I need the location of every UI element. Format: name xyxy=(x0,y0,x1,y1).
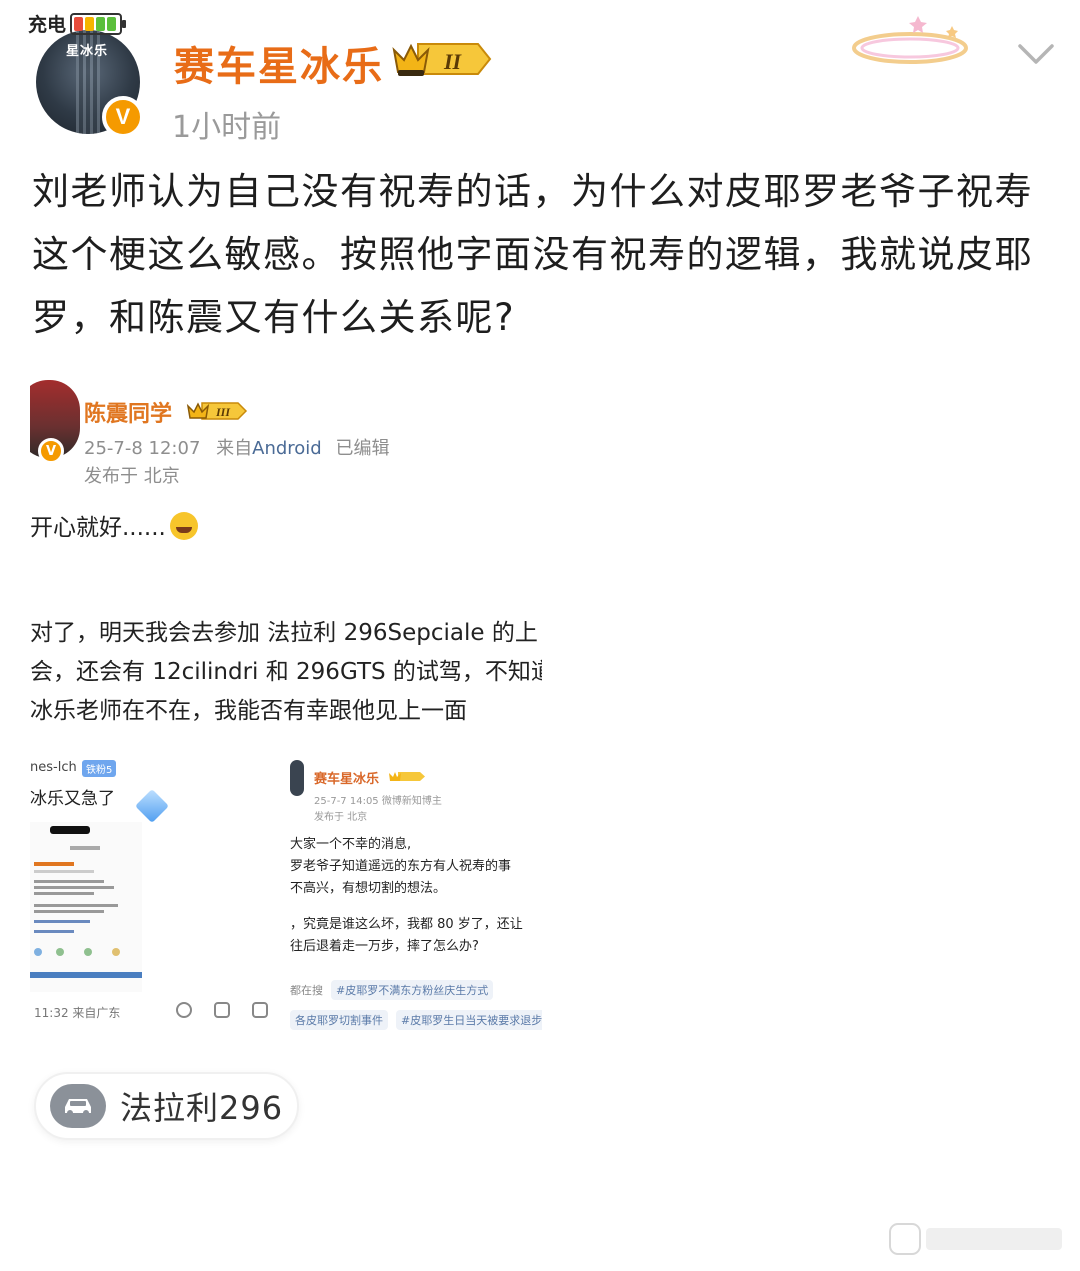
fan-badge: 铁粉5 xyxy=(82,760,117,777)
post-time: 1小时前 xyxy=(172,110,282,145)
trending-tag: #皮耶罗不满东方粉丝庆生方式 xyxy=(331,980,494,1000)
nested-line: ，究竟是谁这么坏，我都 80 岁了，还让 xyxy=(290,917,523,932)
embed-verified-icon: V xyxy=(38,438,64,464)
trending-tag: #皮耶罗生日当天被要求退步 xyxy=(396,1010,542,1030)
nested-line: 往后退着走一万步，摔了怎么办? xyxy=(290,939,479,954)
embed-author-name: 陈震同学 xyxy=(84,402,173,427)
watermark-logo-icon xyxy=(889,1223,1062,1255)
embed-text-line: 开心就好...... xyxy=(30,508,198,542)
nested-crown-icon xyxy=(389,772,425,781)
embed-location: 发布于 北京 xyxy=(84,466,180,487)
charge-label: 充电 xyxy=(28,14,67,36)
nested-line: 罗老爷子知道遥远的东方有人祝寿的事 xyxy=(290,859,512,874)
nested-screenshot-left: nes-lch 铁粉5 冰乐又急了 11:32 来自广东 xyxy=(30,754,280,1044)
embed-source: Android xyxy=(252,438,322,459)
nested-line: 不高兴，有想切割的想法。 xyxy=(290,881,447,896)
level-badge-text: II xyxy=(443,49,463,74)
nested-commenter-name: nes-lch xyxy=(30,760,77,775)
diamond-icon xyxy=(135,789,169,823)
embed-date: 25-7-8 12:07 xyxy=(84,438,201,459)
battery-icon xyxy=(70,12,127,35)
nested-trending-row: 都在搜 #皮耶罗不满东方粉丝庆生方式 xyxy=(290,980,494,1000)
battery-cell xyxy=(96,16,106,31)
embed-level-text: III xyxy=(215,405,231,419)
verified-badge-icon: V xyxy=(102,96,144,138)
topic-label: 法拉利296 xyxy=(120,1089,284,1127)
embed-edited: 已编辑 xyxy=(335,438,390,459)
nested-action-icons xyxy=(176,1002,268,1018)
embed-para-line: 会，还会有 12cilindri 和 296GTS 的试驾，不知道 xyxy=(30,659,542,685)
trending-prefix: 都在搜 xyxy=(290,984,323,997)
laugh-cry-emoji-icon xyxy=(169,512,198,540)
nested-post-text: 大家一个不幸的消息, 罗老爷子知道遥远的东方有人祝寿的事 不高兴，有想切割的想法… xyxy=(290,834,511,900)
battery-cell xyxy=(85,16,95,31)
nested-footer: 11:32 来自广东 xyxy=(34,1006,121,1020)
embed-meta: 25-7-8 12:07 来自Android 已编辑 xyxy=(84,434,389,460)
post-body: 刘老师认为自己没有祝寿的话，为什么对皮耶罗老爷子祝寿这个梗这么敏感。按照他字面没… xyxy=(32,170,1033,339)
nested-avatar xyxy=(290,760,304,796)
battery-cell xyxy=(74,16,84,31)
topic-tag-button[interactable]: 法拉利296 xyxy=(34,1072,299,1140)
tiny-phone-screenshot xyxy=(30,822,142,992)
nested-location: 发布于 北京 xyxy=(314,812,368,823)
chevron-down-icon[interactable] xyxy=(1012,30,1060,78)
car-icon xyxy=(50,1084,106,1128)
embed-source-prefix: 来自 xyxy=(216,438,253,459)
decoration-halo-icon xyxy=(852,16,968,64)
charge-indicator: 充电 xyxy=(28,10,127,37)
author-name[interactable]: 赛车星冰乐 xyxy=(174,34,384,92)
nested-post-text-2: ，究竟是谁这么坏，我都 80 岁了，还让 往后退着走一万步，摔了怎么办? xyxy=(290,914,523,958)
avatar-text: 星冰乐 xyxy=(66,44,109,59)
trending-tag: 各皮耶罗切割事件 xyxy=(290,1010,388,1030)
comment-icon xyxy=(252,1002,268,1018)
report-icon xyxy=(176,1002,192,1018)
battery-cell xyxy=(107,16,117,31)
nested-meta: 25-7-7 14:05 微博新知博主 xyxy=(314,796,442,807)
nested-line: 大家一个不幸的消息, xyxy=(290,837,412,852)
nested-trending-row-2: 各皮耶罗切割事件 #皮耶罗生日当天被要求退步 xyxy=(290,1010,542,1030)
embed-para-line: 冰乐老师在不在，我能否有幸跟他见上一面 xyxy=(30,698,467,724)
embed-para-line: 对了，明天我会去参加 法拉利 296Sepciale 的上 xyxy=(30,620,538,646)
share-icon xyxy=(214,1002,230,1018)
nested-author-name: 赛车星冰乐 xyxy=(314,772,380,787)
level-crown-icon: II xyxy=(392,43,492,76)
nested-comment-text: 冰乐又急了 xyxy=(30,789,115,809)
embed-level-crown-icon: III xyxy=(186,402,248,420)
nested-screenshot-right: 赛车星冰乐 25-7-7 14:05 微博新知博主 发布于 北京 大家一个不幸的… xyxy=(290,754,542,1044)
embed-paragraph: 对了，明天我会去参加 法拉利 296Sepciale 的上 会，还会有 12ci… xyxy=(30,614,542,731)
embed-line1: 开心就好...... xyxy=(30,515,166,541)
embedded-image[interactable]: V 陈震同学 III 25-7-8 12:07 来自Android 已编辑 发布… xyxy=(30,366,542,1046)
